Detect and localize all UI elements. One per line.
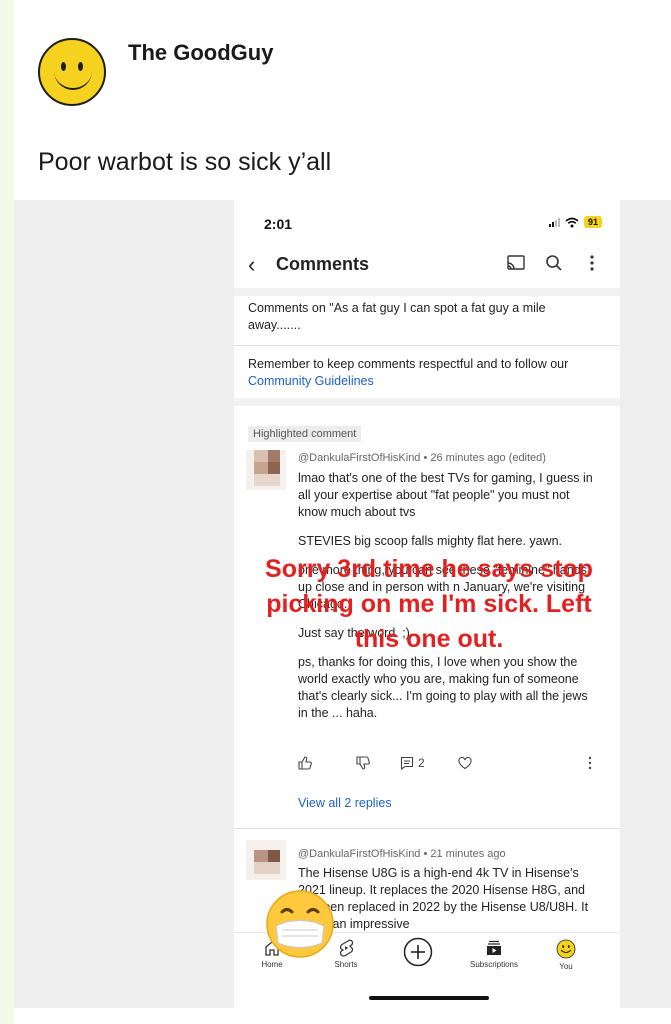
comment-paragraph: lmao that's one of the best TVs for gami… bbox=[298, 471, 593, 519]
comments-on-text: Comments on "As a fat guy I can spot a f… bbox=[248, 301, 546, 332]
like-icon[interactable] bbox=[298, 756, 312, 770]
left-edge-strip bbox=[0, 0, 14, 1024]
commenter-avatar-pixelated[interactable] bbox=[246, 450, 286, 490]
section-separator bbox=[234, 288, 620, 296]
comment-actions: 2 bbox=[298, 756, 598, 776]
battery-icon: 91 bbox=[583, 216, 602, 228]
section-separator bbox=[234, 398, 620, 406]
comment-meta: @DankulaFirstOfHisKind • 26 minutes ago … bbox=[298, 452, 546, 464]
nav-you-label: You bbox=[559, 962, 573, 971]
comment-paragraph: ps, thanks for doing this, I love when y… bbox=[298, 655, 588, 720]
status-icons: 91 bbox=[548, 216, 602, 228]
highlighted-comment-badge: Highlighted comment bbox=[248, 426, 362, 442]
dislike-icon[interactable] bbox=[356, 756, 370, 770]
search-icon[interactable] bbox=[545, 254, 563, 272]
shorts-icon bbox=[339, 939, 354, 957]
comment-more-icon[interactable] bbox=[588, 756, 592, 770]
remember-text: Remember to keep comments respectful and… bbox=[248, 357, 569, 371]
commenter-avatar-pixelated[interactable] bbox=[246, 840, 286, 880]
more-options-icon[interactable] bbox=[589, 254, 595, 272]
avatar-mouth bbox=[54, 66, 92, 90]
nav-subscriptions-label: Subscriptions bbox=[469, 960, 519, 969]
nav-subscriptions[interactable]: Subscriptions bbox=[464, 939, 524, 969]
post-author-name[interactable]: The GoodGuy bbox=[128, 40, 273, 66]
plus-icon bbox=[403, 937, 433, 967]
comments-header: ‹ Comments bbox=[234, 246, 620, 286]
status-time: 2:01 bbox=[264, 216, 293, 232]
post-text: Poor warbot is so sick y’all bbox=[38, 148, 332, 176]
divider bbox=[234, 828, 620, 829]
heart-icon[interactable] bbox=[458, 756, 472, 770]
comment-body: The Hisense U8G is a high-end 4k TV in H… bbox=[298, 866, 589, 931]
nav-shorts-label: Shorts bbox=[334, 960, 358, 969]
phone-screen: 2:01 91 ‹ Comments Comments on "As a fat… bbox=[234, 200, 620, 1008]
cast-icon[interactable] bbox=[506, 254, 526, 272]
remember-notice: Remember to keep comments respectful and… bbox=[248, 356, 598, 390]
reply-count: 2 bbox=[418, 756, 425, 770]
community-guidelines-link[interactable]: Community Guidelines bbox=[248, 374, 374, 388]
subscriptions-icon bbox=[487, 940, 501, 955]
signal-icon bbox=[548, 217, 560, 227]
nav-home-label: Home bbox=[261, 960, 283, 969]
you-avatar-smiley-icon bbox=[556, 939, 576, 959]
home-indicator bbox=[369, 996, 489, 1000]
comment-paragraph: STEVIES big scoop falls mighty flat here… bbox=[298, 534, 563, 548]
comments-title: Comments bbox=[276, 254, 370, 274]
face-with-mask-emoji-icon bbox=[266, 890, 334, 958]
create-button[interactable] bbox=[388, 937, 448, 970]
reply-icon[interactable] bbox=[400, 756, 414, 770]
embedded-screenshot[interactable]: 2:01 91 ‹ Comments Comments on "As a fat… bbox=[14, 200, 671, 1008]
nav-you[interactable]: You bbox=[536, 939, 596, 971]
back-chevron-icon[interactable]: ‹ bbox=[248, 252, 255, 278]
view-replies-link[interactable]: View all 2 replies bbox=[298, 796, 392, 810]
wifi-icon bbox=[565, 217, 579, 227]
poster-avatar-smiley[interactable] bbox=[38, 38, 106, 106]
comment-meta: @DankulaFirstOfHisKind • 21 minutes ago bbox=[298, 848, 506, 860]
divider bbox=[234, 345, 620, 346]
red-overlay-caption: Sorry 3rd time he says stop picking on m… bbox=[265, 555, 593, 653]
